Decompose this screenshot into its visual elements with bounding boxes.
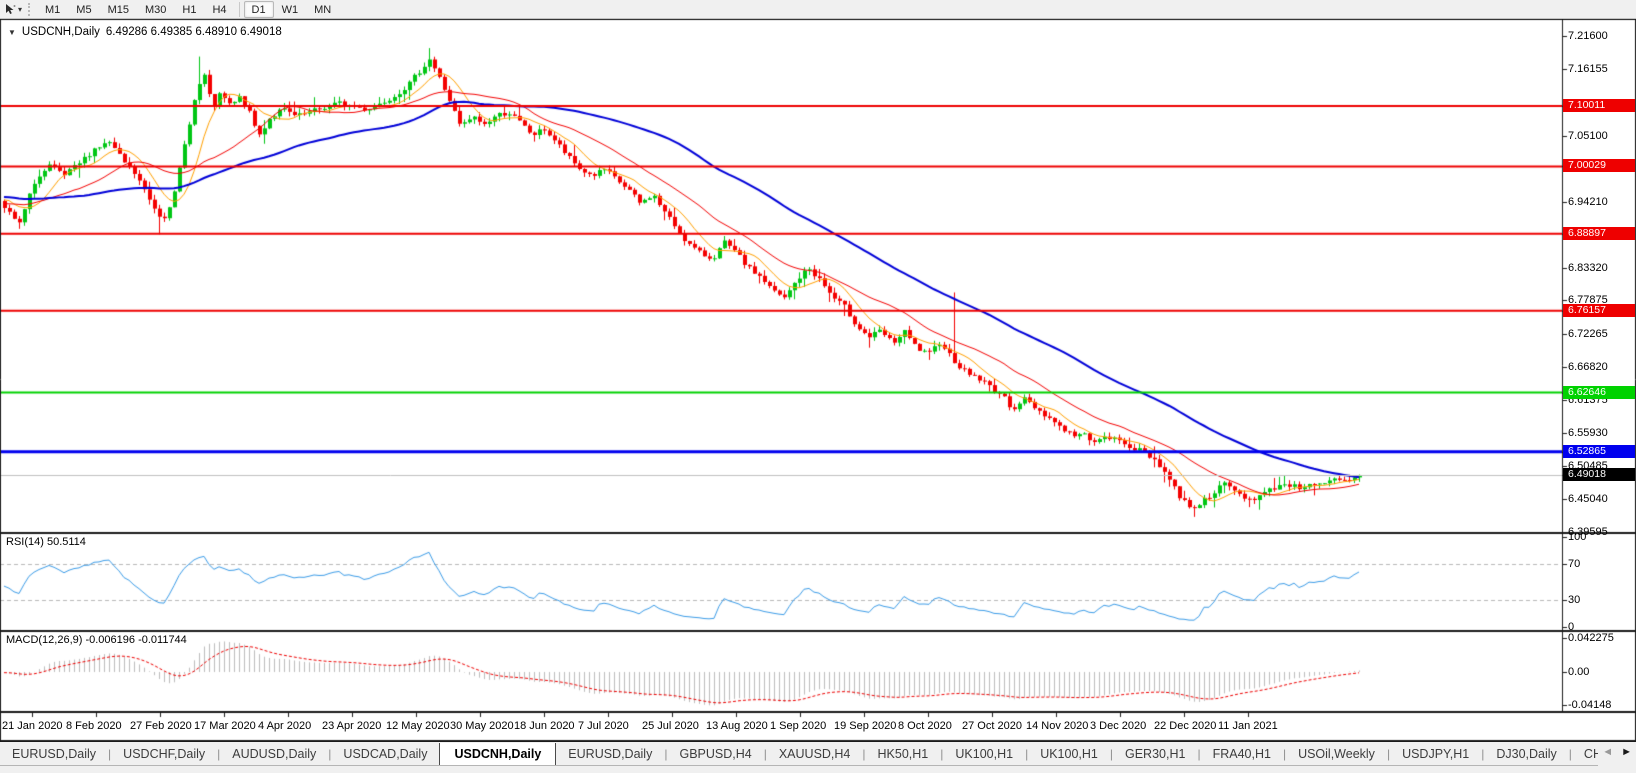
price-axis-tick: 6.66820 [1568,361,1608,374]
chart-title: ▼ USDCNH,Daily 6.49286 6.49385 6.48910 6… [7,26,282,39]
current-price-tag: 6.49018 [1563,468,1635,481]
date-axis-label: 13 Aug 2020 [706,720,768,732]
chart-ohlc-values: 6.49286 6.49385 6.48910 6.49018 [105,26,282,38]
chart-tab-bar: EURUSD,Daily | USDCHF,Daily | AUDUSD,Daily | U… [0,741,1636,773]
date-axis-label: 12 May 2020 [386,720,450,732]
tab-scroll-arrows: ◄ ► [1602,746,1632,758]
timeframe-button-w1[interactable]: W1 [274,1,307,18]
date-axis-label: 1 Sep 2020 [770,720,827,732]
timeframe-buttons: M1 M5 M15 M30 H1 H4 D1 W1 MN [37,0,339,18]
chart-tab-usdcad-daily[interactable]: USDCAD,Daily [331,744,439,765]
date-axis-label: 23 Apr 2020 [322,720,382,732]
chart-tab-audusd-daily[interactable]: AUDUSD,Daily [220,744,328,765]
date-axis-label: 8 Oct 2020 [898,720,952,732]
chart-tab-usdcnh-daily[interactable]: USDCNH,Daily [439,743,557,765]
cursor-tool-button[interactable]: ▾ [2,1,24,18]
timeframe-button-mn[interactable]: MN [306,1,339,18]
date-axis-label: 7 Jul 2020 [578,720,629,732]
chart-canvas[interactable] [0,19,1636,741]
chart-tab-eurusd-daily[interactable]: EURUSD,Daily [556,744,664,765]
date-axis-label: 11 Jan 2021 [1218,720,1278,732]
price-axis-tick: 7.05100 [1568,129,1608,142]
date-axis-label: 21 Jan 2020 [2,720,63,732]
date-axis-label: 30 May 2020 [450,720,514,732]
hline-price-tag: 6.76157 [1563,303,1635,317]
date-axis-label: 4 Apr 2020 [258,720,312,732]
chart-tab-usdchf-daily[interactable]: USDCHF,Daily [111,744,217,765]
date-axis-label: 22 Dec 2020 [1154,720,1217,732]
rsi-axis-tick: 30 [1568,594,1581,606]
date-axis-label: 14 Nov 2020 [1026,720,1089,732]
date-axis-label: 27 Oct 2020 [962,720,1022,732]
chart-tab-dj30-daily[interactable]: DJ30,Daily [1484,744,1568,765]
hline-price-tag: 7.00029 [1563,159,1635,173]
timeframe-button-m1[interactable]: M1 [37,1,68,18]
hline-price-tag: 6.52865 [1563,444,1635,458]
macd-axis-tick: 0.00 [1568,666,1590,678]
date-axis-label: 3 Dec 2020 [1090,720,1147,732]
price-axis-tick: 6.94210 [1568,195,1608,208]
chart-symbol-label: USDCNH,Daily [21,26,100,38]
timeframe-button-m30[interactable]: M30 [137,1,174,18]
date-axis-label: 25 Jul 2020 [642,720,699,732]
timeframe-button-m15[interactable]: M15 [100,1,137,18]
timeframe-button-h1[interactable]: H1 [174,1,204,18]
chart-tab-ger30-h1[interactable]: GER30,H1 [1113,744,1197,765]
chart-tab-china300-h1[interactable]: CHINA300,H1 [1572,744,1598,765]
macd-axis-tick: 0.042275 [1568,632,1614,645]
timeframe-button-d1[interactable]: D1 [243,0,274,18]
caret-down-icon[interactable]: ▾ [18,5,22,14]
chart-tab-gbpusd-h4[interactable]: GBPUSD,H4 [667,744,763,765]
rsi-axis-tick: 70 [1568,558,1581,570]
chart-tab-usoil-weekly[interactable]: USOil,Weekly [1286,744,1387,765]
chart-tab-xauusd-h4[interactable]: XAUUSD,H4 [767,744,863,765]
timeframe-button-m5[interactable]: M5 [68,1,99,18]
date-axis-label: 17 Mar 2020 [194,720,256,732]
macd-axis-tick: -0.04148 [1568,699,1612,712]
chart-tab-uk100-h1[interactable]: UK100,H1 [943,744,1025,765]
tabs-strip: EURUSD,Daily | USDCHF,Daily | AUDUSD,Daily | U… [0,743,1598,766]
hline-price-tag: 6.88897 [1563,226,1635,240]
collapse-caret-icon[interactable]: ▼ [8,26,16,39]
price-axis-tick: 7.16155 [1568,62,1608,75]
date-axis-label: 27 Feb 2020 [130,720,192,732]
chart-tab-uk100-h1[interactable]: UK100,H1 [1028,744,1110,765]
price-axis-tick: 6.55930 [1568,427,1608,440]
rsi-axis-tick: 100 [1568,531,1587,543]
chart-tab-fra40-h1[interactable]: FRA40,H1 [1201,744,1283,765]
chart-tab-eurusd-daily[interactable]: EURUSD,Daily [0,744,108,765]
tab-scroll-right-icon[interactable]: ► [1621,746,1632,758]
chart-tab-usdjpy-h1[interactable]: USDJPY,H1 [1390,744,1481,765]
toolbar-grip [28,2,33,16]
toolbar-separator [238,1,240,17]
chart-workspace: ▼ USDCNH,Daily 6.49286 6.49385 6.48910 6… [0,19,1636,773]
toolbar: ▾ M1 M5 M15 M30 H1 H4 D1 W1 MN [0,0,1636,19]
macd-indicator-label: MACD(12,26,9) -0.006196 -0.011744 [6,634,187,646]
price-axis-tick: 6.72265 [1568,328,1608,341]
price-axis-tick: 6.45040 [1568,493,1608,506]
date-axis-label: 8 Feb 2020 [66,720,122,732]
date-axis-label: 19 Sep 2020 [834,720,897,732]
timeframe-button-h4[interactable]: H4 [204,1,234,18]
hline-price-tag: 7.10011 [1563,99,1635,113]
date-axis-label: 18 Jun 2020 [514,720,575,732]
price-axis-tick: 6.83320 [1568,261,1608,274]
hline-price-tag: 6.62646 [1563,385,1635,399]
rsi-indicator-label: RSI(14) 50.5114 [6,536,86,548]
price-axis-tick: 7.21600 [1568,30,1608,42]
tab-scroll-left-icon[interactable]: ◄ [1602,746,1613,758]
chart-tab-hk50-h1[interactable]: HK50,H1 [866,744,941,765]
crosshair-cursor-icon [6,3,16,14]
